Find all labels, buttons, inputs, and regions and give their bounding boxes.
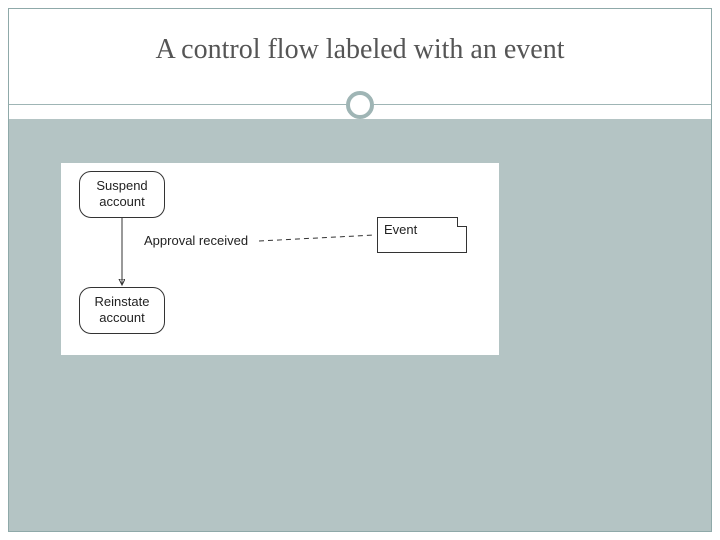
note-connector bbox=[259, 235, 375, 241]
activity-label: Suspend account bbox=[96, 178, 147, 209]
activity-reinstate-account: Reinstate account bbox=[79, 287, 165, 334]
slide-frame: A control flow labeled with an event Sus… bbox=[8, 8, 712, 532]
divider-circle-icon bbox=[346, 91, 374, 119]
title-area: A control flow labeled with an event bbox=[9, 9, 711, 91]
activity-suspend-account: Suspend account bbox=[79, 171, 165, 218]
body-area: Suspend account Reinstate account Approv… bbox=[9, 119, 711, 531]
note-fold-icon bbox=[457, 217, 467, 227]
flow-label: Approval received bbox=[141, 233, 251, 248]
diagram-panel: Suspend account Reinstate account Approv… bbox=[61, 163, 499, 355]
note-text: Event bbox=[384, 222, 417, 237]
slide-title: A control flow labeled with an event bbox=[156, 34, 565, 66]
note-event: Event bbox=[377, 217, 467, 253]
activity-label: Reinstate account bbox=[95, 294, 150, 325]
divider bbox=[9, 91, 711, 119]
